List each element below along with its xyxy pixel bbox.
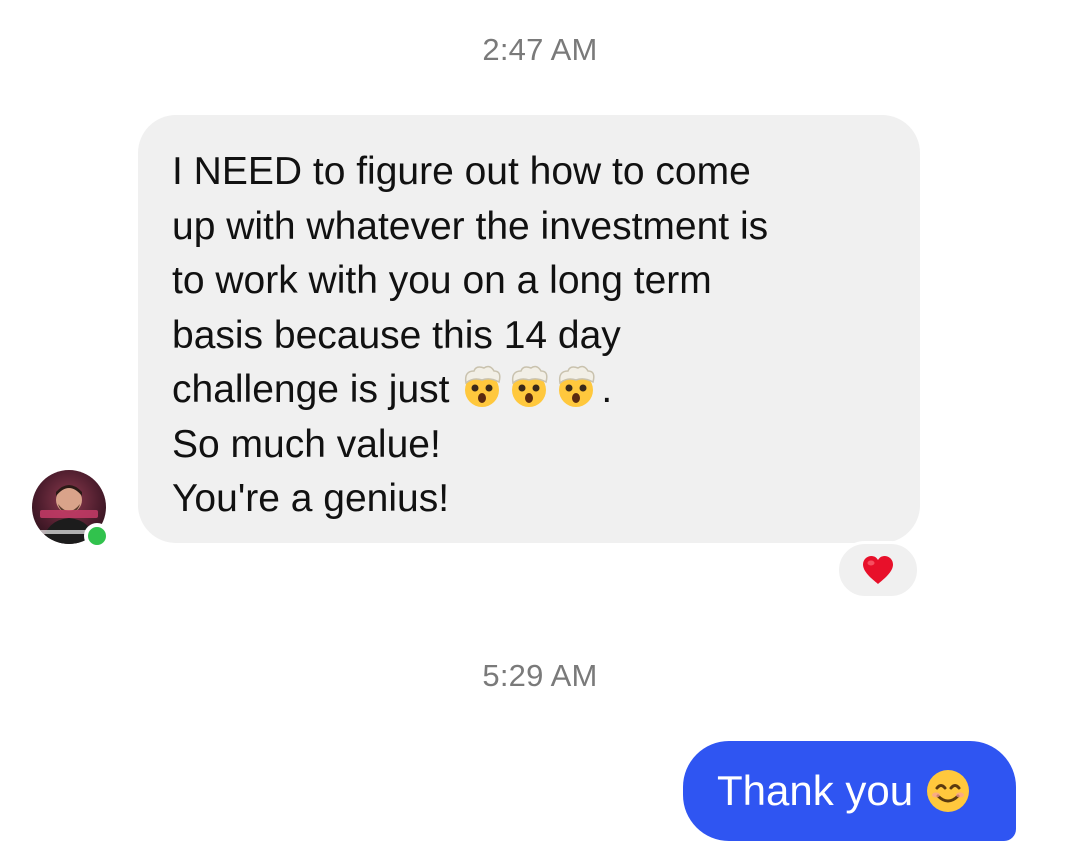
message-text-line: You're a genius! [172,477,450,520]
message-text-segment: . [601,368,613,411]
outgoing-message-text: Thank you [717,767,914,814]
message-text-line: I NEED to figure out how to come [172,150,751,193]
exploding-head-emoji [559,365,595,407]
message-text-line: to work with you on a long term [172,259,712,302]
exploding-head-emoji [512,365,548,407]
heart-icon [863,556,893,584]
online-status-indicator [84,523,110,549]
smiling-face-emoji [927,770,970,812]
message-text-line: up with whatever the investment is [172,204,769,248]
message-text-line-with-emojis: challenge is just . [172,363,890,418]
message-text-segment: challenge is just [172,368,450,411]
message-reaction[interactable] [836,541,920,599]
outgoing-message-bubble[interactable]: Thank you [683,741,1016,841]
message-timestamp: 5:29 AM [482,658,598,693]
exploding-head-emoji [465,365,501,407]
message-text-line: basis because this 14 day [172,313,621,357]
incoming-message-bubble[interactable]: I NEED to figure out how to come up with… [138,115,920,543]
message-timestamp: 2:47 AM [482,32,598,67]
chat-thread: 2:47 AM I NEED to figure out how to come… [0,0,1080,843]
message-text-line: So much value! [172,422,441,466]
